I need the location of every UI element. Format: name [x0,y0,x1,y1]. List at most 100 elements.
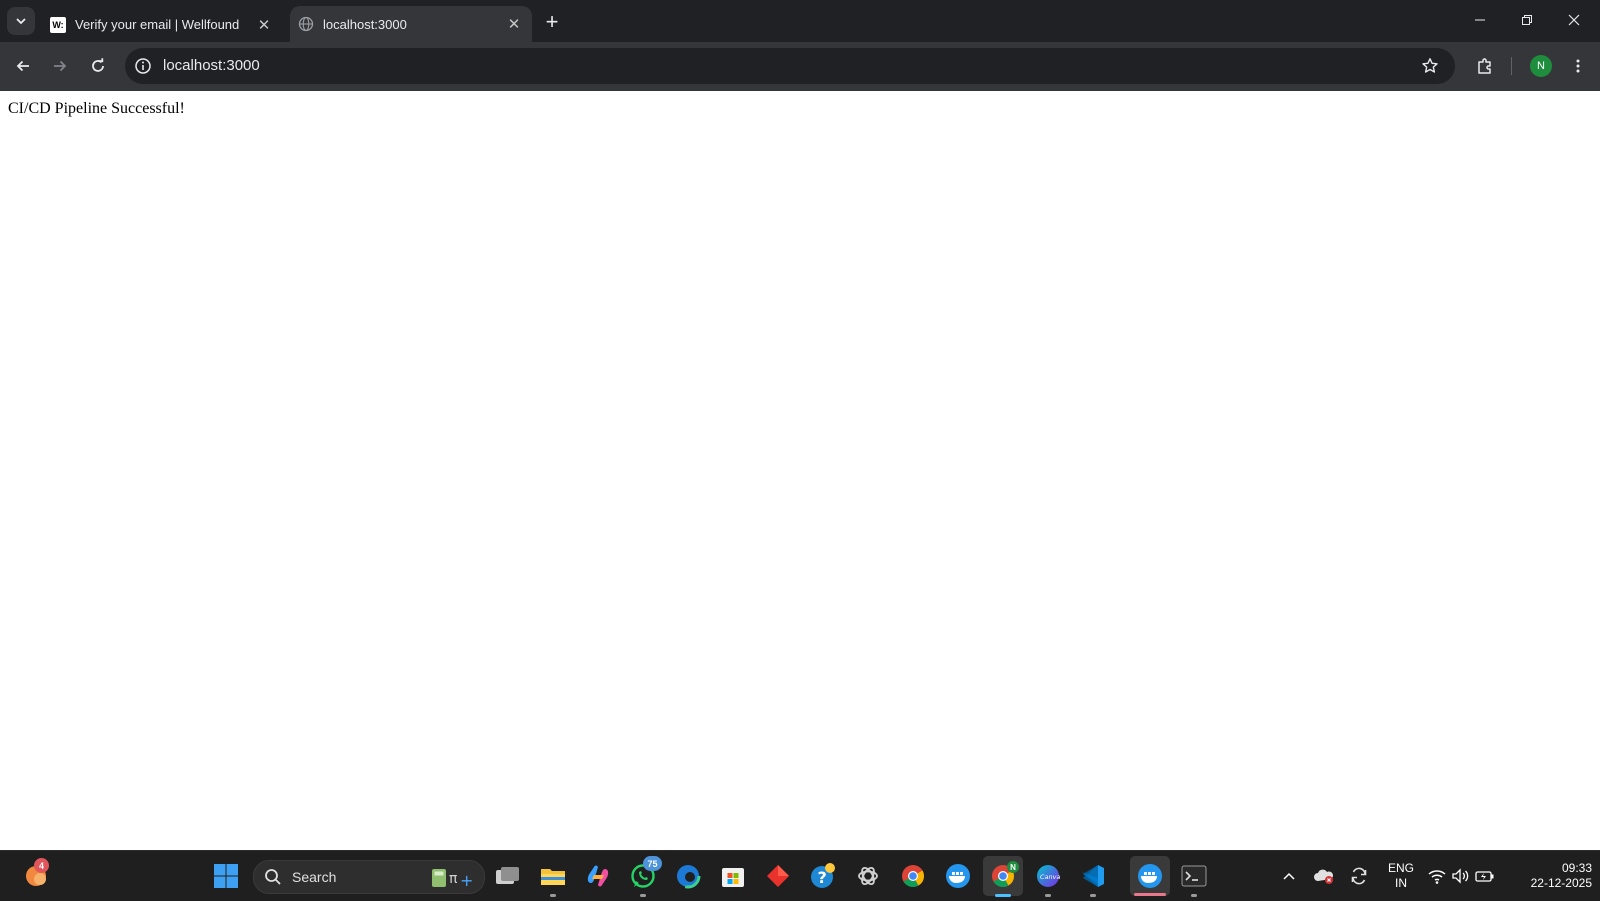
clock[interactable]: 09:33 22-12-2025 [1512,861,1592,891]
chatgpt-button[interactable] [852,860,884,892]
folder-icon [541,869,565,885]
whatsapp-button[interactable]: 75 [627,856,662,897]
search-icon [265,869,281,885]
tab-title: localhost:3000 [323,16,407,32]
globe-icon [298,16,314,32]
running-indicator [1045,894,1051,897]
vscode-icon [1082,865,1104,887]
notifications-button[interactable]: 4 [20,858,52,892]
close-window-button[interactable] [1551,0,1597,40]
minimize-button[interactable] [1457,0,1503,40]
terminal-button[interactable] [1178,860,1210,897]
puzzle-icon [1478,58,1491,74]
browser-toolbar: localhost:3000 N [0,42,1600,91]
terminal-icon [1181,865,1207,887]
help-button[interactable]: ? [807,860,839,892]
toolbar-divider [1511,57,1512,75]
docker-button[interactable] [942,860,974,892]
tab-title: Verify your email | Wellfound [75,17,240,32]
help-icon: ? [811,863,835,888]
tab-localhost[interactable]: localhost:3000 ✕ [290,6,532,42]
restore-icon [1522,15,1532,25]
notification-badge: 4 [34,858,49,873]
battery-charging-icon [1475,871,1494,882]
url-text[interactable]: localhost:3000 [163,57,260,74]
wifi-icon [1428,870,1446,884]
minimize-icon [1475,19,1485,21]
tab-search-button[interactable] [7,7,35,35]
clock-time: 09:33 [1561,861,1592,875]
sync-button[interactable] [1347,860,1371,892]
calculator-icon: π + [432,869,473,889]
running-indicator [550,894,556,897]
page-viewport: CI/CD Pipeline Successful! [0,91,1600,850]
input-language-indicator[interactable]: ENG IN [1383,861,1419,891]
store-icon [722,868,744,887]
microsoft-store-button[interactable] [717,860,749,892]
start-button[interactable] [210,860,242,892]
profile-avatar[interactable]: N [1530,55,1552,77]
git-client-button[interactable] [762,860,794,892]
canva-icon: Canva [1037,865,1060,887]
quick-settings-button[interactable] [1427,860,1497,892]
bookmark-star-icon[interactable] [1421,57,1439,75]
copilot-button[interactable] [582,860,614,892]
address-bar[interactable]: localhost:3000 [125,48,1455,84]
menu-button[interactable] [1564,52,1592,80]
close-icon [1568,14,1580,26]
chatgpt-icon [858,866,878,886]
taskbar-search-box[interactable]: Search π + [253,860,485,894]
new-tab-button[interactable]: + [539,9,565,35]
running-indicator [1191,894,1197,897]
svg-text:?: ? [818,868,827,887]
red-diamond-icon [767,865,789,887]
arrow-left-icon [16,60,29,72]
edge-icon [675,863,701,889]
active-window-indicator [1134,893,1166,896]
chrome-button[interactable] [897,860,929,892]
active-window-indicator [995,894,1011,897]
unread-count-badge: 75 [643,856,662,871]
svg-text:Canva: Canva [1040,873,1060,881]
close-tab-icon[interactable]: ✕ [504,14,524,34]
windows-logo-icon [214,864,238,888]
sync-icon [1351,867,1367,885]
wellfound-logo: W: [50,16,66,33]
back-button[interactable] [9,52,37,80]
docker-whale-icon [946,864,970,888]
restore-button[interactable] [1504,0,1550,40]
extensions-button[interactable] [1471,52,1499,80]
docker-desktop-button[interactable] [1130,856,1170,896]
windows-taskbar: 4 Search π + 75 ? N Canva ENG IN 09:33 2… [0,850,1600,901]
wellfound-favicon-icon: W: [50,16,66,33]
vscode-button[interactable] [1077,860,1109,897]
more-vertical-icon [1576,59,1580,73]
search-label: Search [292,869,337,885]
tab-wellfound[interactable]: W: Verify your email | Wellfound ✕ [42,7,282,42]
close-tab-icon[interactable]: ✕ [254,15,274,35]
language-code: ENG [1387,861,1414,875]
edge-button[interactable] [672,860,704,892]
reload-button[interactable] [84,52,112,80]
running-indicator [1090,894,1096,897]
clock-date: 22-12-2025 [1530,876,1592,890]
reload-icon [92,58,104,72]
canva-button[interactable]: Canva [1032,860,1064,897]
chrome-profile-button[interactable]: N [983,856,1023,897]
task-view-button[interactable] [492,860,524,892]
file-explorer-button[interactable] [537,860,569,897]
page-message: CI/CD Pipeline Successful! [8,100,185,117]
forward-button[interactable] [46,52,74,80]
site-info-icon[interactable] [134,57,152,75]
svg-text:+: + [460,871,473,889]
onedrive-button[interactable] [1312,860,1336,892]
arrow-right-icon [54,60,67,72]
svg-text:π: π [449,871,458,887]
chevron-up-icon [1283,872,1295,880]
running-indicator [640,894,646,897]
copilot-icon [587,865,609,887]
task-view-icon [496,867,519,884]
cloud-error-icon [1314,869,1334,884]
show-hidden-icons-button[interactable] [1278,860,1300,892]
profile-badge: N [1007,861,1019,873]
